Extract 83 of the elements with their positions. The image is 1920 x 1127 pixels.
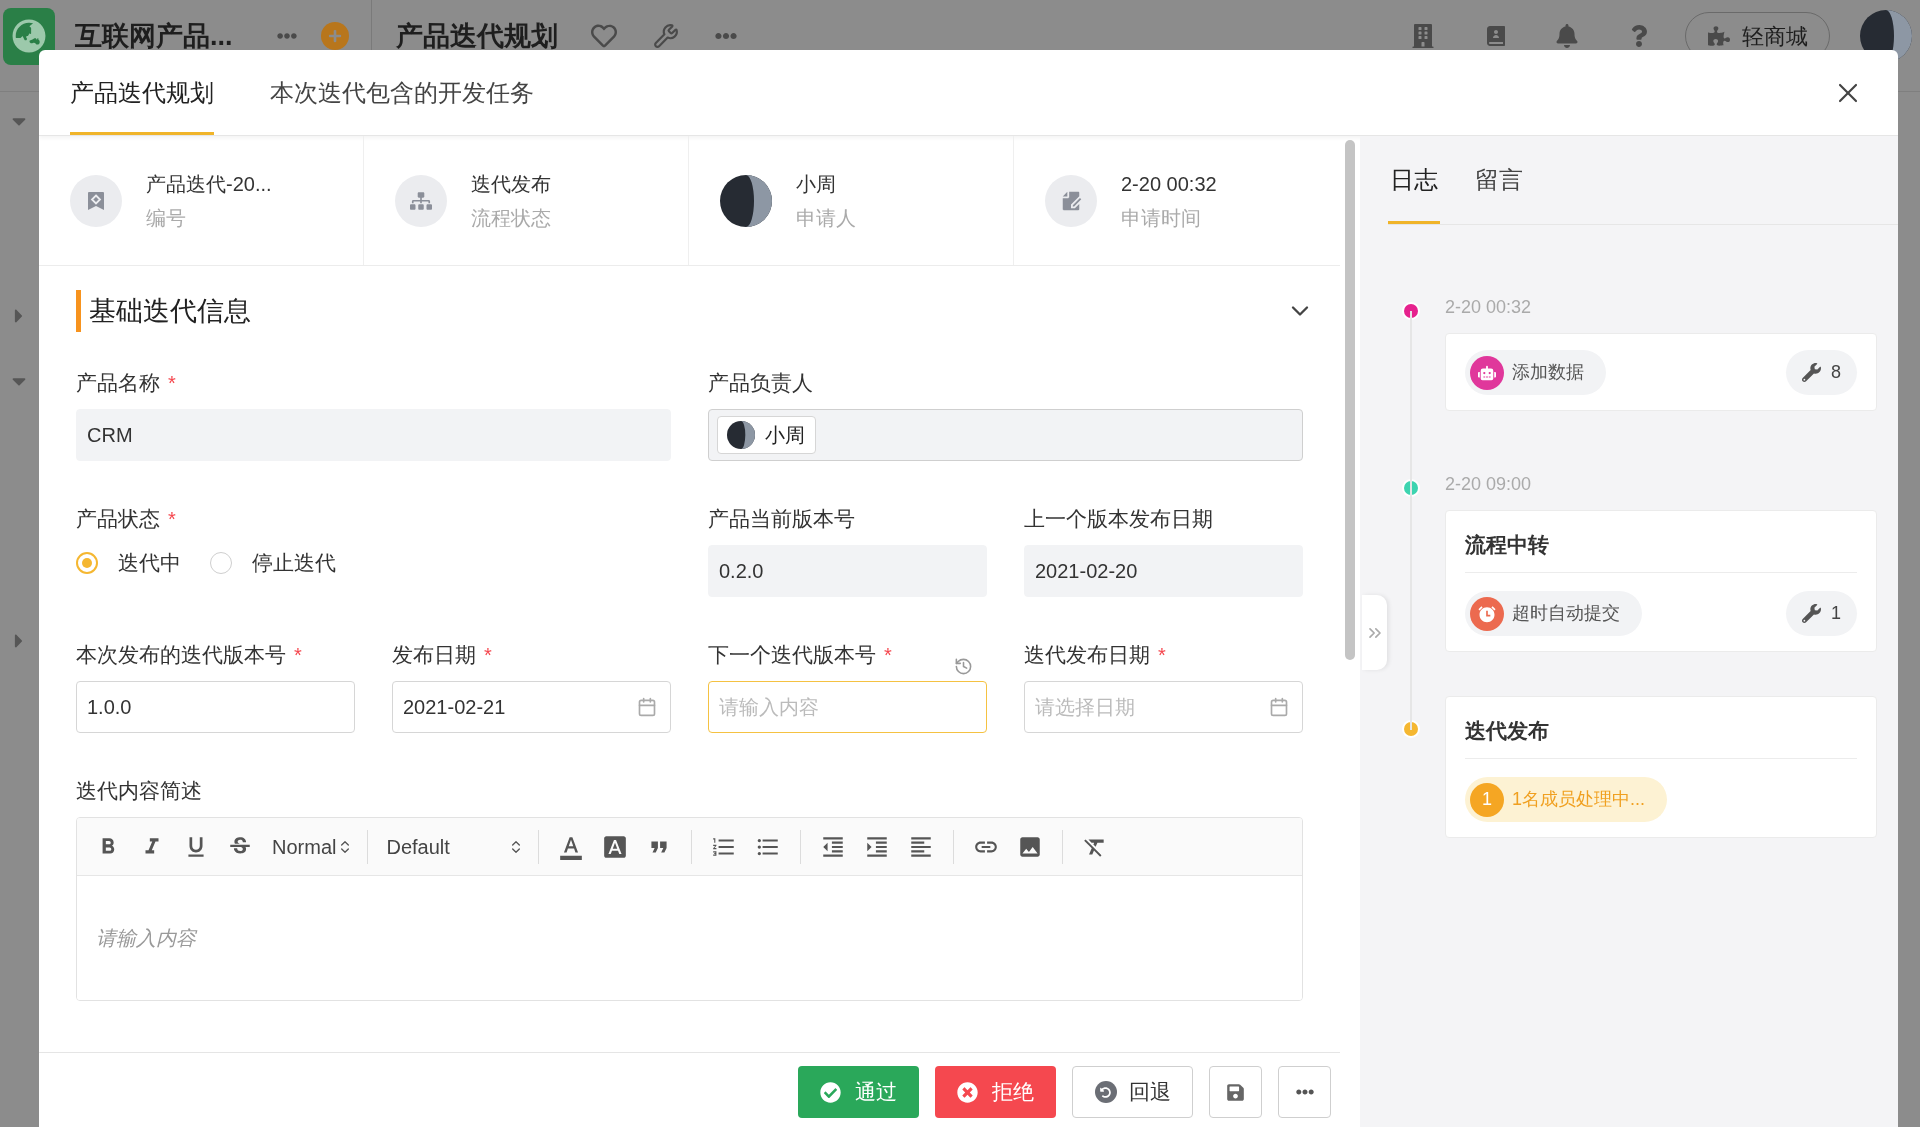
required-mark: *	[1158, 643, 1166, 668]
radio-label[interactable]: 迭代中	[118, 547, 181, 579]
required-mark: *	[884, 643, 892, 668]
pending-label: 1名成员处理中...	[1512, 788, 1645, 811]
field-label: 迭代发布日期	[1024, 642, 1150, 669]
collapse-handle[interactable]	[1362, 595, 1387, 670]
accent-bar	[76, 290, 81, 332]
log-time: 2-20 00:32	[1445, 296, 1532, 319]
date-field[interactable]: 2021-02-21	[392, 681, 671, 733]
user-name: 小周	[765, 423, 805, 448]
return-button[interactable]: 回退	[1072, 1066, 1193, 1118]
highlight-icon	[602, 833, 629, 860]
text-field[interactable]: CRM	[76, 409, 671, 461]
radio-button[interactable]	[76, 552, 98, 574]
required-mark: *	[294, 643, 302, 668]
avatar-icon	[727, 421, 755, 449]
help-icon[interactable]	[1630, 25, 1648, 47]
action-label: 添加数据	[1512, 361, 1584, 384]
summary-value: 2-20 00:32	[1121, 171, 1217, 197]
summary-value: 产品迭代-20...	[146, 171, 272, 197]
more-button[interactable]	[1278, 1066, 1331, 1118]
contacts-icon[interactable]	[1484, 23, 1508, 49]
save-button[interactable]	[1209, 1066, 1262, 1118]
dialog-tab[interactable]: 产品迭代规划	[70, 50, 214, 135]
summary-caption: 申请时间	[1121, 205, 1201, 231]
required-mark: *	[168, 507, 176, 532]
field-label: 上一个版本发布日期	[1024, 506, 1213, 533]
summary-value: 小周	[796, 171, 836, 197]
heading-select[interactable]: Normal	[262, 824, 358, 869]
field-label: 产品名称	[76, 370, 160, 397]
count-label: 8	[1831, 361, 1841, 384]
robot-icon	[1470, 355, 1504, 390]
field-label: 发布日期	[392, 642, 476, 669]
field-label: 本次发布的迭代版本号	[76, 642, 286, 669]
avatar-icon	[720, 174, 772, 227]
globe-logo-icon[interactable]	[3, 7, 55, 65]
puzzle-icon	[1707, 25, 1730, 47]
count-badge: 1	[1470, 782, 1504, 817]
text-field[interactable]: 0.2.0	[708, 545, 987, 597]
required-mark: *	[168, 371, 176, 396]
dialog-tab[interactable]: 本次迭代包含的开发任务	[270, 50, 534, 135]
heart-icon[interactable]	[590, 23, 617, 49]
field-label: 迭代内容简述	[76, 778, 202, 805]
alarm-clock-icon	[1470, 596, 1504, 631]
panel-tab[interactable]: 留言	[1473, 136, 1525, 224]
history-icon[interactable]	[954, 657, 973, 676]
reject-button[interactable]: 拒绝	[935, 1066, 1056, 1118]
field-label: 产品负责人	[708, 370, 813, 397]
section-title: 基础迭代信息	[89, 294, 251, 328]
calendar-icon[interactable]	[1269, 697, 1289, 717]
panel-tab[interactable]: 日志	[1388, 136, 1440, 224]
field-label: 产品状态	[76, 506, 160, 533]
wrench-icon	[1802, 363, 1821, 382]
field-label: 产品当前版本号	[708, 506, 855, 533]
summary-value: 迭代发布	[471, 171, 551, 197]
text-field[interactable]: 请输入内容	[708, 681, 987, 733]
field-label: 下一个迭代版本号	[708, 642, 876, 669]
rich-text-editor[interactable]: Normal Default 请输入内容	[76, 817, 1303, 1001]
building-icon[interactable]	[1412, 24, 1434, 48]
count-label: 1	[1831, 602, 1841, 625]
log-time: 2-20 09:00	[1445, 473, 1532, 496]
required-mark: *	[484, 643, 492, 668]
calendar-icon[interactable]	[637, 697, 657, 717]
summary-caption: 流程状态	[471, 205, 551, 231]
wrench-icon[interactable]	[652, 23, 679, 49]
page-title: 产品迭代规划	[395, 19, 558, 53]
save-icon	[1226, 1082, 1245, 1102]
wrench-icon	[1802, 604, 1821, 623]
font-select[interactable]: Default	[378, 824, 529, 869]
log-title: 流程中转	[1465, 532, 1549, 558]
text-field[interactable]: 1.0.0	[76, 681, 355, 733]
radio-label[interactable]: 停止迭代	[252, 547, 336, 579]
log-title: 迭代发布	[1465, 718, 1549, 744]
summary-caption: 编号	[146, 205, 186, 231]
action-label: 超时自动提交	[1512, 602, 1620, 625]
undo-icon	[1094, 1081, 1117, 1103]
scrollbar[interactable]	[1345, 140, 1355, 660]
text-field[interactable]: 2021-02-20	[1024, 545, 1303, 597]
date-field[interactable]: 请选择日期	[1024, 681, 1303, 733]
bell-icon[interactable]	[1556, 24, 1578, 48]
owner-field[interactable]: 小周	[708, 409, 1303, 461]
summary-caption: 申请人	[796, 205, 856, 231]
radio-button[interactable]	[210, 552, 232, 574]
